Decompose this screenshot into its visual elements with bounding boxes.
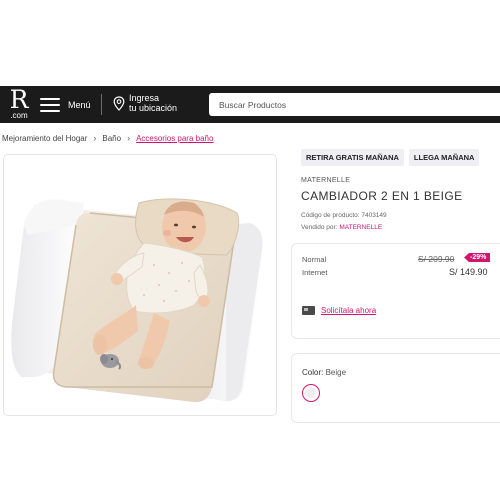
credit-card-icon bbox=[302, 306, 315, 315]
menu-button[interactable]: Menú bbox=[40, 95, 91, 115]
internet-price-label: Internet bbox=[302, 268, 328, 277]
location-text: Ingresa tu ubicación bbox=[129, 93, 177, 113]
normal-price-label: Normal bbox=[302, 255, 327, 264]
product-image-card[interactable] bbox=[3, 154, 277, 416]
location-line-2: tu ubicación bbox=[129, 103, 178, 113]
color-label-text: Color: bbox=[302, 368, 324, 377]
location-button[interactable]: Ingresa tu ubicación bbox=[113, 93, 177, 113]
logo-domain: .com bbox=[10, 111, 28, 120]
logo-letter: R bbox=[9, 85, 29, 114]
product-seller: Vendido por: MATERNELLE bbox=[301, 224, 382, 231]
breadcrumb-item-bano[interactable]: Baño bbox=[102, 134, 121, 143]
normal-price: S/ 209.90 bbox=[418, 254, 455, 264]
breadcrumb-item-hogar[interactable]: Mejoramiento del Hogar bbox=[2, 134, 87, 143]
delivery-badges: RETIRA GRATIS MAÑANA LLEGA MAÑANA bbox=[301, 149, 484, 166]
product-brand[interactable]: MATERNELLE bbox=[301, 177, 350, 184]
chevron-right-icon: › bbox=[93, 133, 97, 143]
menu-label: Menú bbox=[68, 100, 91, 110]
color-swatch-beige[interactable] bbox=[302, 384, 320, 402]
product-image bbox=[11, 198, 265, 403]
badge-delivery: LLEGA MAÑANA bbox=[408, 149, 480, 166]
header-divider bbox=[101, 94, 102, 115]
chevron-right-icon: › bbox=[127, 133, 131, 143]
breadcrumb: Mejoramiento del Hogar › Baño › Accesori… bbox=[2, 133, 213, 143]
top-navbar: R .com Menú Ingresa tu ubicación bbox=[0, 86, 500, 123]
location-pin-icon bbox=[113, 95, 125, 111]
hamburger-icon bbox=[40, 98, 60, 112]
store-logo[interactable]: R .com bbox=[6, 85, 32, 121]
price-box: Normal S/ 209.90 -29% Internet S/ 149.90… bbox=[291, 243, 500, 339]
internet-price: S/ 149.90 bbox=[449, 267, 488, 277]
product-page: R .com Menú Ingresa tu ubicación Mejoram… bbox=[0, 0, 500, 500]
product-code: Código de producto: 7403149 bbox=[301, 212, 387, 219]
seller-prefix: Vendido por: bbox=[301, 224, 338, 231]
badge-pickup: RETIRA GRATIS MAÑANA bbox=[301, 149, 404, 166]
color-label: Color: Beige bbox=[302, 368, 346, 377]
apply-card-link[interactable]: Solicítala ahora bbox=[321, 306, 376, 315]
search-input[interactable] bbox=[209, 93, 500, 116]
search-box bbox=[209, 93, 500, 116]
discount-badge: -29% bbox=[464, 253, 491, 262]
seller-name[interactable]: MATERNELLE bbox=[339, 224, 382, 231]
product-title: CAMBIADOR 2 EN 1 BEIGE bbox=[301, 189, 463, 203]
color-selector: Color: Beige bbox=[291, 353, 500, 423]
breadcrumb-item-accesorios[interactable]: Accesorios para baño bbox=[136, 134, 213, 143]
location-line-1: Ingresa bbox=[129, 93, 160, 103]
color-value: Beige bbox=[325, 368, 347, 377]
